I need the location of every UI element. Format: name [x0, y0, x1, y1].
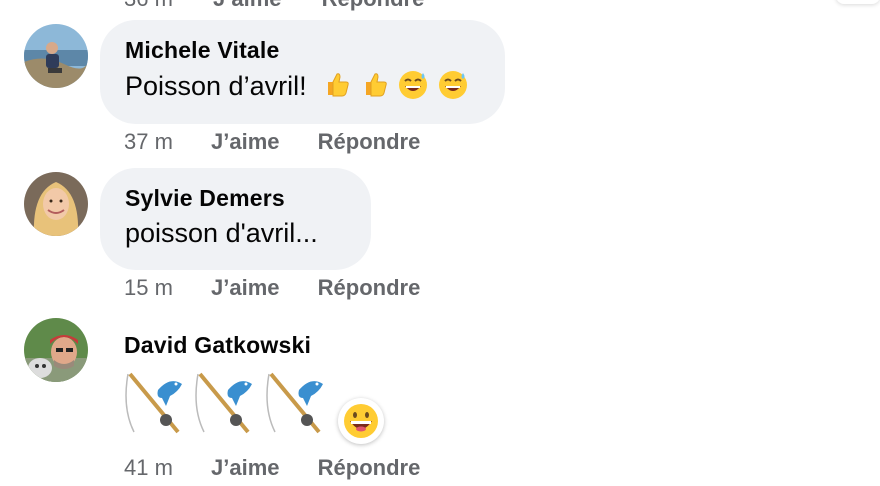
comment-emoji-text: [124, 368, 331, 438]
comment-text-content: Poisson d’avril!: [125, 71, 307, 102]
avatar[interactable]: [24, 172, 88, 236]
comment-actions: 41 m J’aime Répondre: [124, 455, 420, 481]
grinning-face-icon: [342, 402, 380, 445]
fishing-pole-icon: [194, 368, 260, 441]
comment-time[interactable]: 41 m: [124, 455, 173, 481]
comment-bubble: Sylvie Demers poisson d'avril...: [100, 168, 371, 270]
comment-bubble: Michele Vitale Poisson d’avril!: [100, 20, 505, 124]
reply-button[interactable]: Répondre: [318, 455, 421, 481]
comment-actions: 37 m J’aime Répondre: [124, 129, 420, 155]
thumbs-up-icon: [360, 69, 390, 107]
comment-time[interactable]: 37 m: [124, 129, 173, 155]
reply-button[interactable]: Répondre: [318, 275, 421, 301]
comment-text: poisson d'avril...: [125, 218, 318, 248]
reaction-badge[interactable]: [338, 398, 384, 444]
grinning-sweat-icon: [397, 68, 429, 108]
comment-time: 36 m: [124, 0, 173, 11]
previous-comment-actions: 36 m J’aime Répondre: [124, 0, 424, 12]
like-button[interactable]: J’aime: [211, 129, 280, 155]
comment-author[interactable]: David Gatkowski: [124, 332, 311, 359]
avatar[interactable]: [24, 24, 88, 88]
thumbs-up-icon: [322, 69, 352, 107]
reply-button[interactable]: Répondre: [322, 0, 425, 11]
corner-fragment: [836, 0, 880, 4]
comment-actions: 15 m J’aime Répondre: [124, 275, 420, 301]
avatar[interactable]: [24, 318, 88, 382]
comment-author[interactable]: Sylvie Demers: [125, 184, 346, 212]
comment-text: Poisson d’avril!: [125, 68, 480, 108]
like-button[interactable]: J’aime: [211, 275, 280, 301]
comment-author[interactable]: Michele Vitale: [125, 36, 480, 64]
fishing-pole-icon: [124, 368, 190, 441]
comment-time[interactable]: 15 m: [124, 275, 173, 301]
like-button[interactable]: J’aime: [213, 0, 282, 11]
grinning-sweat-icon: [437, 68, 469, 108]
reply-button[interactable]: Répondre: [318, 129, 421, 155]
fishing-pole-icon: [265, 368, 331, 441]
like-button[interactable]: J’aime: [211, 455, 280, 481]
